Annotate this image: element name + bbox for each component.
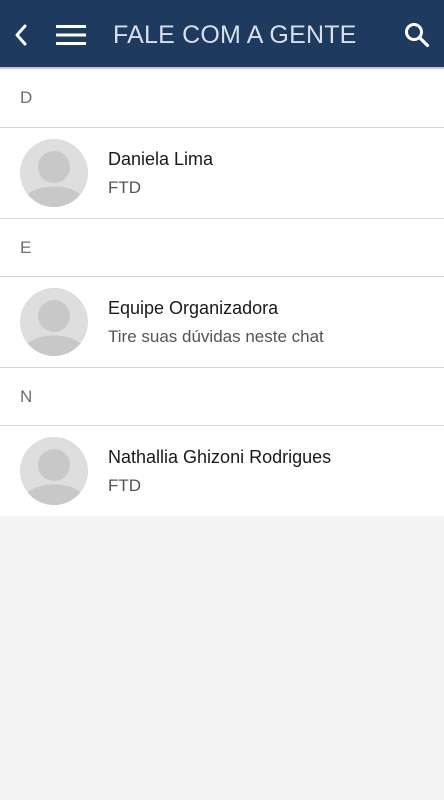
contact-text: Equipe Organizadora Tire suas dúvidas ne… (108, 295, 324, 350)
contact-text: Daniela Lima FTD (108, 146, 213, 201)
menu-button[interactable] (52, 20, 90, 50)
avatar (20, 288, 88, 356)
default-user-avatar-icon (20, 139, 88, 207)
back-button[interactable] (8, 18, 34, 52)
contact-subtitle: FTD (108, 178, 142, 197)
contact-name: Nathallia Ghizoni Rodrigues (108, 447, 332, 467)
contact-item-nathallia-ghizoni-rodrigues[interactable]: Nathallia Ghizoni Rodrigues FTD (0, 426, 444, 516)
app-bar: FALE COM A GENTE (0, 0, 444, 69)
avatar (20, 139, 88, 207)
contact-subtitle: Tire suas dúvidas neste chat (108, 327, 324, 346)
hamburger-menu-icon (56, 25, 86, 45)
search-button[interactable] (398, 16, 436, 54)
avatar (20, 437, 88, 505)
default-user-avatar-icon (20, 437, 88, 505)
page-title: FALE COM A GENTE (113, 21, 357, 49)
contact-list: D Daniela Lima FTD E Equipe Organizadora… (0, 69, 444, 516)
section-header-d: D (0, 69, 444, 128)
default-user-avatar-icon (20, 288, 88, 356)
section-header-n: N (0, 367, 444, 426)
contact-name: Daniela Lima (108, 149, 214, 169)
contact-subtitle: FTD (108, 476, 142, 495)
search-icon (405, 23, 430, 48)
section-header-e: E (0, 218, 444, 277)
contact-name: Equipe Organizadora (108, 298, 279, 318)
contact-text: Nathallia Ghizoni Rodrigues FTD (108, 444, 331, 499)
chevron-left-icon (15, 24, 27, 46)
contact-item-daniela-lima[interactable]: Daniela Lima FTD (0, 128, 444, 218)
contact-item-equipe-organizadora[interactable]: Equipe Organizadora Tire suas dúvidas ne… (0, 277, 444, 367)
